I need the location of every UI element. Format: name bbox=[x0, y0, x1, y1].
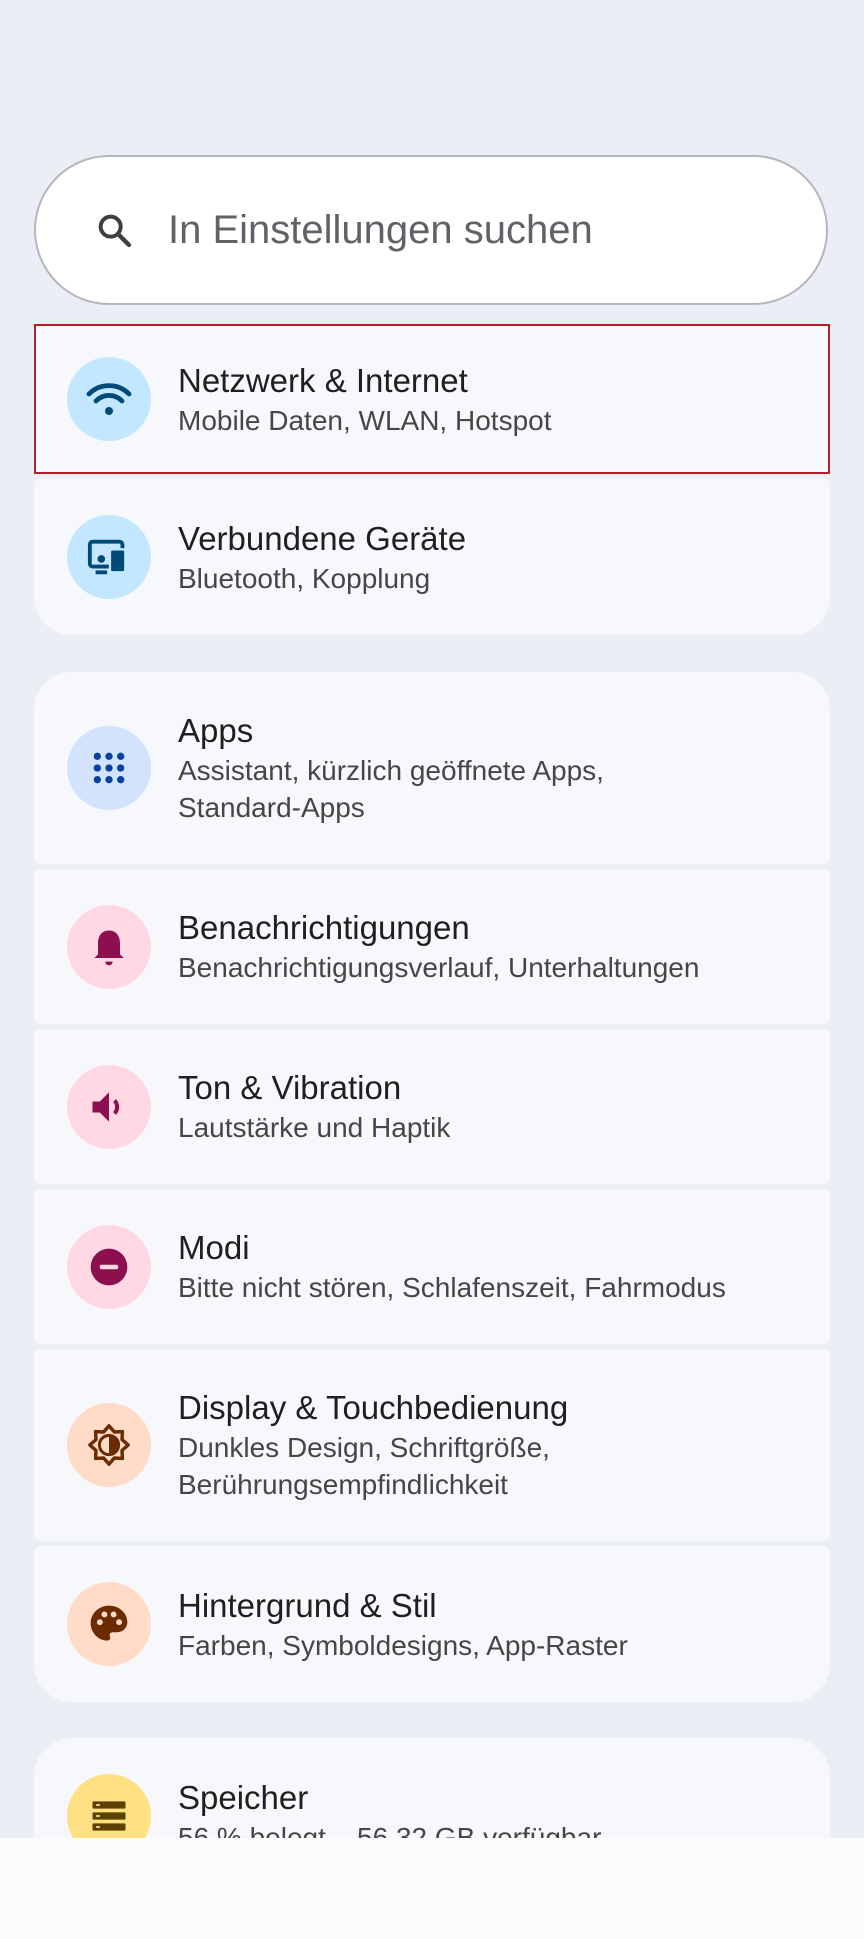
item-subtitle: Benachrichtigungsverlauf, Unterhaltungen bbox=[178, 952, 700, 983]
item-title: Verbundene Geräte bbox=[178, 519, 467, 557]
item-subtitle: Mobile Daten, WLAN, Hotspot bbox=[178, 404, 552, 436]
palette-icon bbox=[67, 1582, 151, 1666]
item-title: Speicher bbox=[178, 1778, 309, 1816]
brightness-icon bbox=[67, 1403, 151, 1487]
item-title: Ton & Vibration bbox=[178, 1069, 402, 1106]
item-title: Display & Touchbedienung bbox=[178, 1389, 569, 1426]
bottom-overlay bbox=[0, 1838, 864, 1939]
item-title: Modi bbox=[178, 1229, 250, 1266]
connected-devices-icon bbox=[67, 515, 151, 599]
settings-group-main: Apps Assistant, kürzlich geöffnete Apps,… bbox=[34, 672, 830, 1702]
wifi-icon bbox=[67, 357, 151, 441]
settings-item-wallpaper-style[interactable]: Hintergrund & Stil Farben, Symboldesigns… bbox=[34, 1546, 830, 1702]
settings-item-network-internet[interactable]: Netzwerk & Internet Mobile Daten, WLAN, … bbox=[34, 324, 830, 474]
item-title: Netzwerk & Internet bbox=[178, 361, 468, 399]
search-icon bbox=[90, 206, 138, 254]
settings-item-notifications[interactable]: Benachrichtigungen Benachrichtigungsverl… bbox=[34, 869, 830, 1024]
item-subtitle-line-1: Dunkles Design, Schriftgröße, bbox=[178, 1432, 550, 1463]
search-bar[interactable]: In Einstellungen suchen bbox=[34, 155, 828, 305]
bell-icon bbox=[67, 904, 151, 989]
item-subtitle-line-2: Standard-Apps bbox=[178, 792, 365, 823]
do-not-disturb-icon bbox=[67, 1224, 151, 1309]
settings-item-modes[interactable]: Modi Bitte nicht stören, Schlafenszeit, … bbox=[34, 1189, 830, 1344]
item-title: Benachrichtigungen bbox=[178, 909, 470, 946]
item-subtitle: Lautstärke und Haptik bbox=[178, 1112, 451, 1143]
item-subtitle: Bluetooth, Kopplung bbox=[178, 562, 431, 594]
search-placeholder: In Einstellungen suchen bbox=[168, 207, 593, 252]
item-subtitle: Bitte nicht stören, Schlafenszeit, Fahrm… bbox=[178, 1272, 726, 1303]
item-subtitle-line-1: Assistant, kürzlich geöffnete Apps, bbox=[178, 755, 604, 786]
item-title: Hintergrund & Stil bbox=[178, 1586, 437, 1624]
item-title: Apps bbox=[178, 712, 254, 749]
item-subtitle-line-2: Berührungsempfindlichkeit bbox=[178, 1469, 508, 1500]
settings-group-connectivity: Netzwerk & Internet Mobile Daten, WLAN, … bbox=[34, 324, 830, 635]
settings-item-connected-devices[interactable]: Verbundene Geräte Bluetooth, Kopplung bbox=[34, 479, 830, 635]
settings-item-apps[interactable]: Apps Assistant, kürzlich geöffnete Apps,… bbox=[34, 672, 830, 864]
speaker-icon bbox=[67, 1064, 151, 1149]
item-subtitle: Farben, Symboldesigns, App-Raster bbox=[178, 1629, 628, 1661]
settings-item-display-touch[interactable]: Display & Touchbedienung Dunkles Design,… bbox=[34, 1349, 830, 1541]
apps-grid-icon bbox=[67, 726, 151, 810]
settings-item-sound-vibration[interactable]: Ton & Vibration Lautstärke und Haptik bbox=[34, 1029, 830, 1184]
